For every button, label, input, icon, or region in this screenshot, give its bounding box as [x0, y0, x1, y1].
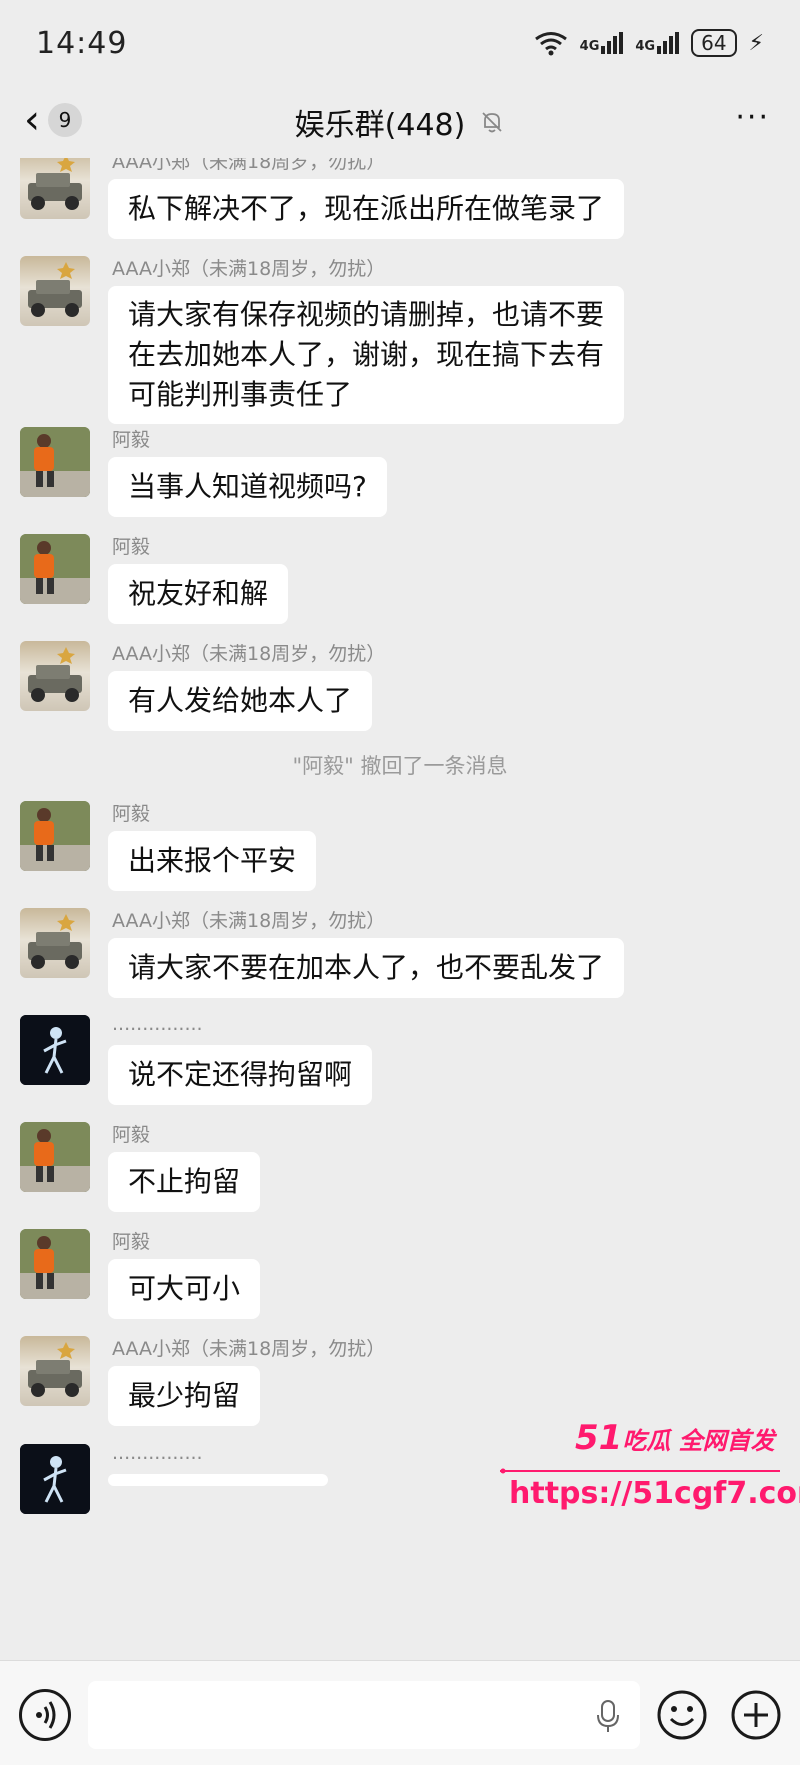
message-bubble[interactable]: 私下解决不了，现在派出所在做笔录了 — [108, 179, 625, 239]
chat-message: AAA小郑（未满18周岁，勿扰） 请大家有保存视频的请删掉，也请不要 在去加她本人了… — [0, 250, 800, 424]
avatar[interactable] — [20, 801, 90, 871]
message-text-line: 可大可小 — [128, 1272, 241, 1305]
chat-message: AAA小郑（未满18周岁，勿扰） 请大家不要在加本人了，也不要乱发了 — [0, 902, 800, 1022]
message-bubble[interactable]: 请大家有保存视频的请删掉，也请不要 在去加她本人了，谢谢，现在搞下去有 可能判刑事责… — [108, 286, 625, 424]
sender-name: 阿毅 — [112, 1124, 151, 1146]
avatar[interactable] — [20, 534, 90, 604]
microphone-icon[interactable] — [596, 1699, 620, 1733]
message-bubble[interactable]: 请大家不要在加本人了，也不要乱发了 — [108, 938, 625, 998]
sender-name: 阿毅 — [112, 536, 151, 558]
plus-button[interactable] — [730, 1689, 782, 1741]
message-bubble[interactable]: 有人发给她本人了 — [108, 671, 373, 731]
sender-name: 阿毅 — [112, 429, 151, 451]
mute-bell-icon — [482, 112, 502, 133]
chat-header: ‹ 9 娱乐群(448) ··· — [0, 86, 800, 158]
avatar[interactable] — [20, 158, 90, 219]
message-bubble[interactable] — [108, 1474, 328, 1486]
signal-icon-2: 4G — [635, 32, 680, 54]
chat-message: AAA小郑（未满18周岁，勿扰） 有人发给她本人了 — [0, 635, 800, 755]
avatar[interactable] — [20, 1015, 90, 1085]
message-input[interactable] — [88, 1681, 640, 1749]
message-bubble[interactable]: 祝友好和解 — [108, 564, 289, 624]
message-text-line: 出来报个平安 — [128, 844, 297, 877]
charging-icon: ⚡ — [748, 30, 764, 56]
chat-message: 阿毅出来报个平安 — [0, 795, 800, 915]
chat-title: 娱乐群(448) — [294, 108, 466, 143]
unread-count-badge: 9 — [48, 103, 82, 137]
message-text-line: 请大家不要在加本人了，也不要乱发了 — [128, 951, 605, 984]
avatar[interactable] — [20, 908, 90, 978]
voice-wave-icon — [36, 1701, 56, 1729]
sender-name: ............... — [112, 1442, 203, 1464]
message-text-line: 有人发给她本人了 — [128, 684, 353, 717]
chat-message: 阿毅不止拘留 — [0, 1116, 800, 1236]
message-text-line: 说不定还得拘留啊 — [128, 1058, 353, 1091]
status-icons: 4G 4G 64 ⚡ — [534, 29, 764, 57]
sender-name: ............... — [112, 1013, 203, 1035]
sender-name: AAA小郑（未满18周岁，勿扰） — [112, 643, 386, 665]
message-text-line: 祝友好和解 — [128, 577, 269, 610]
watermark: 51吃瓜 全网首发 https://51cgf7.com — [500, 1418, 800, 1528]
avatar[interactable] — [20, 427, 90, 497]
sender-name: AAA小郑（未满18周岁，勿扰） — [112, 158, 386, 173]
avatar[interactable] — [20, 1122, 90, 1192]
chat-message: 阿毅当事人知道视频吗? — [0, 421, 800, 541]
message-text-line: 最少拘留 — [128, 1379, 241, 1412]
message-text-line: 在去加她本人了，谢谢，现在搞下去有 — [128, 338, 605, 371]
message-text-line: 请大家有保存视频的请删掉，也请不要 — [128, 298, 605, 331]
message-bubble[interactable]: 最少拘留 — [108, 1366, 261, 1426]
chat-message: AAA小郑（未满18周岁，勿扰） 私下解决不了，现在派出所在做笔录了 — [0, 158, 800, 263]
voice-toggle-button[interactable] — [19, 1689, 71, 1741]
avatar[interactable] — [20, 641, 90, 711]
chat-message: 阿毅可大可小 — [0, 1223, 800, 1343]
input-bar — [0, 1660, 800, 1765]
sender-name: AAA小郑（未满18周岁，勿扰） — [112, 258, 386, 280]
watermark-circuit-line — [500, 1468, 780, 1474]
sender-name: 阿毅 — [112, 803, 151, 825]
sender-name: AAA小郑（未满18周岁，勿扰） — [112, 910, 386, 932]
message-bubble[interactable]: 当事人知道视频吗? — [108, 457, 387, 517]
status-bar: 14:49 4G 4G 64 ⚡ — [0, 0, 800, 86]
message-text-line: 不止拘留 — [128, 1165, 241, 1198]
message-text-line: 可能判刑事责任了 — [128, 378, 353, 411]
battery-indicator: 64 — [691, 29, 737, 57]
status-time: 14:49 — [36, 25, 128, 61]
back-button[interactable]: ‹ 9 — [24, 100, 82, 140]
chat-message: ............... 说不定还得拘留啊 — [0, 1009, 800, 1129]
chat-message: 阿毅祝友好和解 — [0, 528, 800, 648]
chevron-left-icon: ‹ — [24, 97, 40, 143]
chat-title-wrap: 娱乐群(448) — [295, 100, 506, 144]
watermark-logo: 51吃瓜 全网首发 — [575, 1418, 775, 1458]
sender-name: 阿毅 — [112, 1231, 151, 1253]
message-bubble[interactable]: 说不定还得拘留啊 — [108, 1045, 373, 1105]
message-text-line: 当事人知道视频吗? — [128, 470, 367, 503]
more-options-icon[interactable]: ··· — [735, 103, 770, 133]
watermark-url: https://51cgf7.com — [509, 1476, 800, 1511]
avatar[interactable] — [20, 1229, 90, 1299]
message-bubble[interactable]: 出来报个平安 — [108, 831, 317, 891]
message-bubble[interactable]: 可大可小 — [108, 1259, 261, 1319]
wifi-icon — [534, 32, 567, 56]
avatar[interactable] — [20, 1444, 90, 1514]
avatar[interactable] — [20, 1336, 90, 1406]
emoji-button[interactable] — [656, 1689, 708, 1741]
message-bubble[interactable]: 不止拘留 — [108, 1152, 261, 1212]
message-text-line: 私下解决不了，现在派出所在做笔录了 — [128, 192, 605, 225]
avatar[interactable] — [20, 256, 90, 326]
sender-name: AAA小郑（未满18周岁，勿扰） — [112, 1338, 386, 1360]
signal-icon-1: 4G — [580, 32, 624, 54]
